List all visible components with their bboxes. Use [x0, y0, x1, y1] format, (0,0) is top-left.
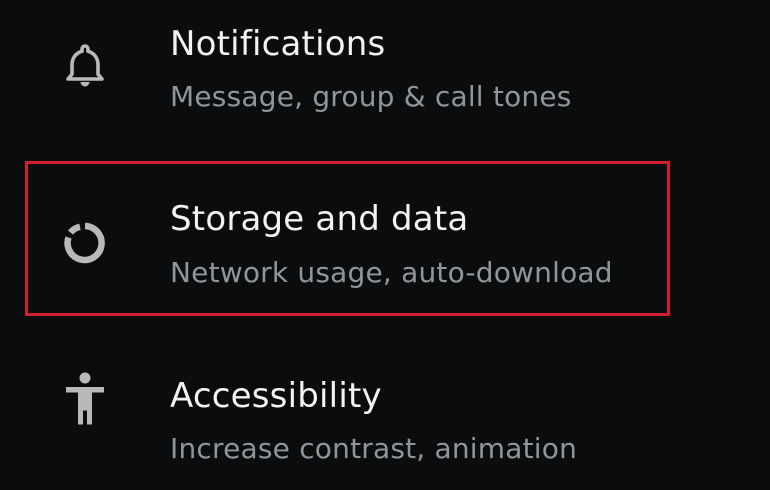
settings-item-subtitle: Network usage, auto-download	[170, 256, 613, 289]
settings-item-subtitle: Message, group & call tones	[170, 80, 572, 113]
settings-item-accessibility[interactable]: Accessibility Increase contrast, animati…	[0, 340, 770, 490]
settings-item-notifications[interactable]: Notifications Message, group & call tone…	[0, 0, 770, 150]
accessibility-person-icon	[55, 368, 115, 428]
settings-item-title: Notifications	[170, 24, 386, 64]
settings-screen: Notifications Message, group & call tone…	[0, 0, 770, 480]
settings-item-title: Storage and data	[170, 199, 469, 239]
bell-icon	[55, 36, 115, 96]
settings-item-storage-and-data[interactable]: Storage and data Network usage, auto-dow…	[0, 163, 770, 313]
settings-item-subtitle: Increase contrast, animation	[170, 432, 578, 465]
storage-ring-icon	[55, 213, 115, 273]
settings-item-title: Accessibility	[170, 376, 382, 416]
